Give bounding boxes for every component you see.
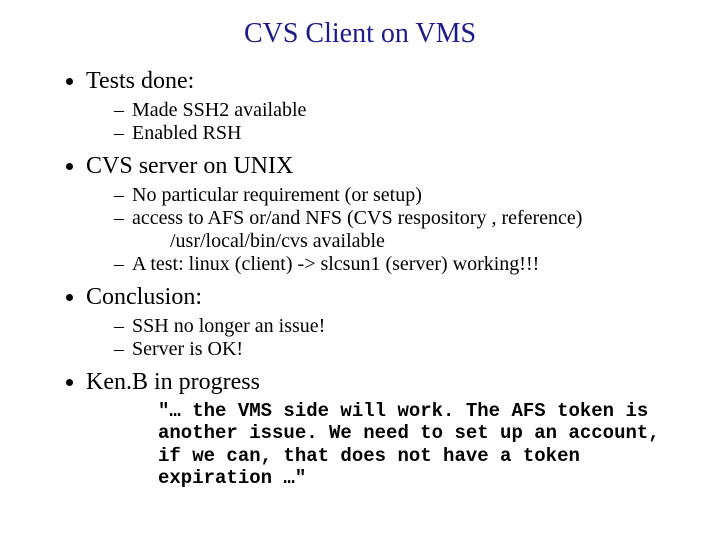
sub-text: access to AFS or/and NFS (CVS respositor… xyxy=(132,207,582,229)
sub-item: No particular requirement (or setup) xyxy=(114,184,690,207)
bullet-tests-done: Tests done: Made SSH2 available Enabled … xyxy=(86,68,690,145)
bullet-text: Conclusion: xyxy=(86,284,202,310)
bullet-kenb: Ken.B in progress xyxy=(86,369,690,396)
bullet-text: Tests done: xyxy=(86,68,194,94)
sub-item: A test: linux (client) -> slcsun1 (serve… xyxy=(114,253,690,276)
sub-text: A test: linux (client) -> slcsun1 (serve… xyxy=(132,253,539,275)
sublist-server: No particular requirement (or setup) acc… xyxy=(86,184,690,276)
bullet-cvs-server: CVS server on UNIX No particular require… xyxy=(86,153,690,276)
sub-text: SSH no longer an issue! xyxy=(132,315,325,337)
sub-item: Made SSH2 available xyxy=(114,99,690,122)
sub-text: Server is OK! xyxy=(132,338,243,360)
sub-item: Enabled RSH xyxy=(114,122,690,145)
sub-text: Made SSH2 available xyxy=(132,99,306,121)
slide: CVS Client on VMS Tests done: Made SSH2 … xyxy=(0,0,720,540)
sub-text-continuation: /usr/local/bin/cvs available xyxy=(132,230,690,253)
sub-item: Server is OK! xyxy=(114,338,690,361)
quote-block: "… the VMS side will work. The AFS token… xyxy=(158,400,690,490)
sublist-conclusion: SSH no longer an issue! Server is OK! xyxy=(86,315,690,361)
bullet-text: CVS server on UNIX xyxy=(86,153,293,179)
sub-item: access to AFS or/and NFS (CVS respositor… xyxy=(114,207,690,253)
sublist-tests: Made SSH2 available Enabled RSH xyxy=(86,99,690,145)
bullet-list: Tests done: Made SSH2 available Enabled … xyxy=(30,68,690,396)
sub-item: SSH no longer an issue! xyxy=(114,315,690,338)
sub-text: No particular requirement (or setup) xyxy=(132,184,422,206)
bullet-text: Ken.B in progress xyxy=(86,369,260,395)
sub-text: Enabled RSH xyxy=(132,122,241,144)
bullet-conclusion: Conclusion: SSH no longer an issue! Serv… xyxy=(86,284,690,361)
page-title: CVS Client on VMS xyxy=(30,18,690,50)
